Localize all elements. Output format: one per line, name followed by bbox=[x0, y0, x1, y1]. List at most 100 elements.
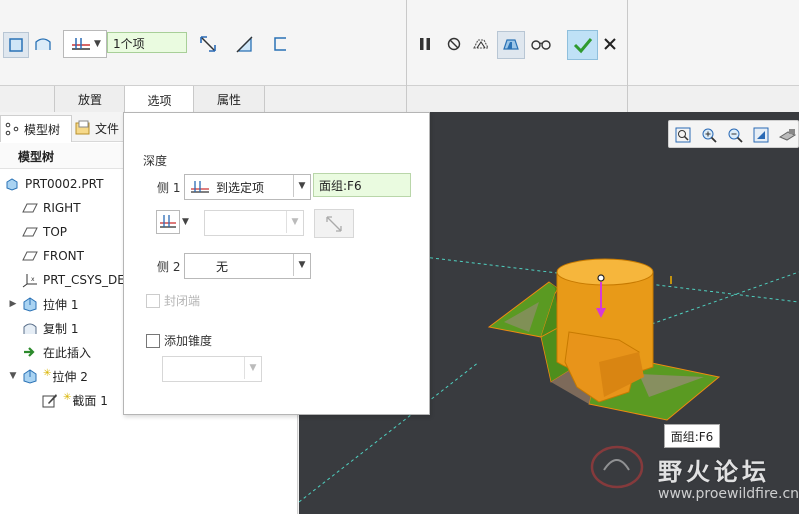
side1-depth-value-dropdown[interactable]: ▼ bbox=[204, 210, 304, 236]
datum-plane-icon bbox=[22, 200, 38, 216]
flip-direction-button[interactable] bbox=[196, 32, 220, 56]
side2-label: 侧 2 bbox=[157, 260, 181, 274]
selection-tooltip: 面组:F6 bbox=[664, 424, 720, 448]
close-icon bbox=[604, 38, 616, 50]
collapse-arrow-icon[interactable]: ▼ bbox=[8, 371, 18, 381]
tree-item-label: FRONT bbox=[43, 249, 84, 263]
add-taper-checkbox[interactable] bbox=[146, 334, 160, 348]
depth-to-selected-icon bbox=[156, 210, 180, 234]
surface-icon bbox=[35, 38, 51, 50]
insert-here-arrow-icon bbox=[22, 344, 38, 360]
no-preview-button[interactable] bbox=[443, 32, 465, 56]
saved-orientation-button[interactable] bbox=[777, 125, 797, 145]
attached-preview-icon bbox=[473, 39, 489, 49]
side1-depth-dropdown[interactable]: 到选定项 ▼ bbox=[184, 174, 311, 200]
tree-item-part[interactable]: PRT0002.PRT bbox=[4, 173, 103, 195]
tree-item-front[interactable]: FRONT bbox=[22, 245, 84, 267]
side1-label: 侧 1 bbox=[157, 181, 181, 195]
extrude-icon bbox=[22, 296, 38, 312]
flip-depth-button[interactable] bbox=[314, 209, 354, 238]
repaint-button[interactable] bbox=[751, 125, 771, 145]
zoom-out-button[interactable] bbox=[725, 125, 745, 145]
refit-button[interactable] bbox=[673, 125, 693, 145]
glasses-icon bbox=[531, 40, 551, 50]
tree-item-label: TOP bbox=[43, 225, 68, 239]
tab-placement[interactable]: 放置 bbox=[54, 86, 126, 113]
selection-count-field[interactable]: 1个项 bbox=[107, 32, 187, 53]
detached-preview-button[interactable] bbox=[497, 31, 525, 59]
side1-reference-field[interactable]: 面组:F6 bbox=[313, 173, 411, 197]
tree-item-label: 拉伸 1 bbox=[43, 297, 79, 312]
drag-handle bbox=[597, 274, 605, 282]
tree-item-right[interactable]: RIGHT bbox=[22, 197, 81, 219]
tab-options[interactable]: 选项 bbox=[124, 86, 195, 114]
ribbon-divider bbox=[406, 0, 407, 112]
tree-item-label: 拉伸 2 bbox=[52, 369, 88, 384]
extrude-icon bbox=[22, 368, 38, 384]
part-icon bbox=[4, 176, 20, 192]
csys-icon: x bbox=[22, 272, 38, 288]
tab-files[interactable]: 文件 bbox=[70, 115, 130, 141]
sketch-icon bbox=[42, 392, 58, 408]
side2-depth-dropdown[interactable]: 无 ▼ bbox=[184, 253, 311, 279]
datum-plane-icon bbox=[22, 248, 38, 264]
ok-button[interactable] bbox=[567, 30, 598, 60]
tree-item-insert-here[interactable]: 在此插入 bbox=[22, 341, 91, 363]
capped-ends-label: 封闭端 bbox=[164, 294, 201, 308]
flip-direction-icon bbox=[326, 215, 342, 232]
tree-item-label: RIGHT bbox=[43, 201, 81, 215]
tree-item-label: PRT_CSYS_DEF bbox=[43, 273, 132, 287]
capped-ends-checkbox[interactable] bbox=[146, 294, 160, 308]
new-feature-star-icon: ✳ bbox=[63, 391, 72, 403]
taper-angle-dropdown[interactable]: ▼ bbox=[162, 356, 262, 382]
ribbon: ▼ 1个项 bbox=[0, 0, 799, 86]
pause-icon bbox=[420, 38, 430, 50]
tree-item-copy-1[interactable]: 复制 1 bbox=[22, 317, 78, 339]
model-tree-icon bbox=[5, 122, 19, 136]
datum-plane-icon bbox=[22, 224, 38, 240]
side1-depth-value: 到选定项 bbox=[216, 180, 265, 195]
tree-item-csys[interactable]: x PRT_CSYS_DEF bbox=[22, 269, 132, 291]
side2-depth-value: 无 bbox=[216, 259, 229, 274]
tab-model-tree-label: 模型树 bbox=[24, 122, 61, 137]
remove-material-icon bbox=[236, 36, 253, 53]
depth-to-selected-icon bbox=[191, 181, 209, 193]
thicken-sketch-button[interactable] bbox=[268, 32, 292, 56]
tab-properties[interactable]: 属性 bbox=[193, 86, 265, 113]
extrude-surface-button[interactable] bbox=[31, 32, 55, 56]
chevron-down-icon: ▼ bbox=[244, 357, 261, 379]
watermark-url: www.proewildfire.cn bbox=[658, 486, 799, 502]
watermark-title: 野火论坛 bbox=[658, 458, 770, 486]
thicken-sketch-icon bbox=[274, 37, 286, 51]
chevron-down-icon: ▼ bbox=[94, 39, 101, 49]
expand-arrow-icon[interactable]: ▶ bbox=[8, 299, 18, 309]
options-panel: 深度 侧 1 到选定项 ▼ ▼ ▼ 侧 2 无 ▼ 封闭端 添加锥度 ▼ bbox=[123, 112, 430, 415]
no-preview-icon bbox=[447, 37, 461, 51]
chevron-down-icon: ▼ bbox=[293, 254, 310, 276]
cancel-button[interactable] bbox=[600, 32, 620, 56]
extrude-solid-button[interactable] bbox=[3, 32, 29, 58]
attached-preview-button[interactable] bbox=[469, 32, 493, 56]
pause-button[interactable] bbox=[414, 32, 436, 56]
tree-item-extrude-2[interactable]: ✳ 拉伸 2 bbox=[22, 365, 88, 387]
tree-item-label: 在此插入 bbox=[43, 345, 92, 360]
svg-text:x: x bbox=[31, 276, 35, 283]
tab-model-tree[interactable]: 模型树 bbox=[0, 115, 72, 142]
solid-icon bbox=[9, 38, 23, 52]
tree-item-top[interactable]: TOP bbox=[22, 221, 67, 243]
zoom-out-icon bbox=[728, 128, 743, 143]
tree-item-label: 复制 1 bbox=[43, 321, 79, 336]
verify-mode-button[interactable] bbox=[528, 32, 554, 56]
depth-type-dropdown[interactable]: ▼ bbox=[63, 30, 107, 58]
tree-item-extrude-1[interactable]: 拉伸 1 bbox=[22, 293, 78, 315]
tree-item-section-1[interactable]: ✳ 截面 1 bbox=[42, 389, 108, 411]
orientation-icon bbox=[778, 129, 796, 141]
view-toolbar bbox=[668, 120, 799, 148]
checkmark-icon bbox=[573, 38, 592, 54]
add-taper-label: 添加锥度 bbox=[164, 334, 213, 348]
zoom-in-button[interactable] bbox=[699, 125, 719, 145]
side1-secondary-depth-dropdown[interactable]: ▼ bbox=[156, 210, 192, 234]
new-feature-star-icon: ✳ bbox=[43, 367, 52, 379]
watermark-logo bbox=[590, 445, 644, 489]
remove-material-button[interactable] bbox=[232, 32, 256, 56]
